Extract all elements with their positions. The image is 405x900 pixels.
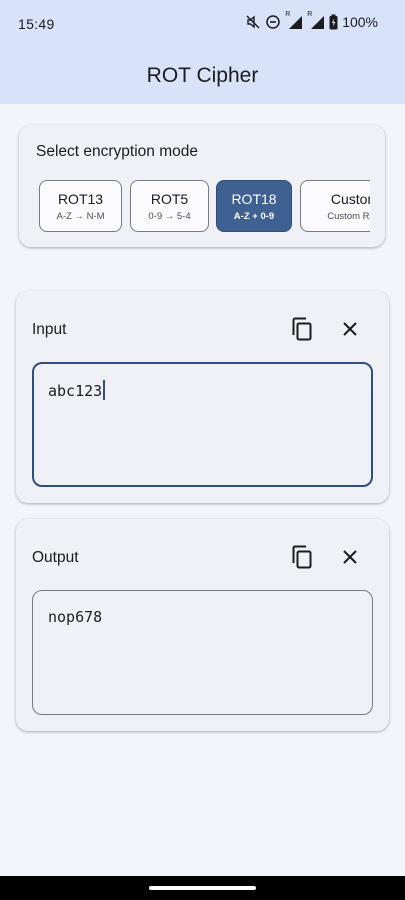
mode-chip-name: Custom xyxy=(330,191,370,207)
output-field[interactable]: nop678 xyxy=(32,590,373,715)
copy-icon xyxy=(291,545,313,574)
input-card: Input abc123 xyxy=(16,291,389,503)
output-text: nop678 xyxy=(48,608,103,626)
mode-chip-rot13[interactable]: ROT13 A-Z → N-M xyxy=(39,180,122,232)
mode-chip-rot5[interactable]: ROT5 0-9 → 5-4 xyxy=(130,180,209,232)
signal-icon: R xyxy=(285,11,303,30)
status-icons: R R 100% xyxy=(245,11,378,30)
screen: 15:49 R R 100% ROT Cipher Select encrypt… xyxy=(0,0,405,900)
signal-roaming-label: R xyxy=(285,11,291,18)
mode-chip-subtitle: A-Z + 0-9 xyxy=(233,211,275,222)
mode-chip-list[interactable]: ROT13 A-Z → N-M ROT5 0-9 → 5-4 ROT18 A-Z… xyxy=(39,180,370,232)
mute-icon xyxy=(245,14,261,30)
input-field[interactable]: abc123 xyxy=(32,362,373,487)
mode-chip-subtitle: 0-9 → 5-4 xyxy=(148,211,191,222)
input-label: Input xyxy=(32,321,67,338)
copy-output-button[interactable] xyxy=(286,543,318,575)
battery-icon xyxy=(329,14,338,30)
mode-chip-name: ROT18 xyxy=(231,191,277,207)
do-not-disturb-icon xyxy=(265,14,281,30)
signal-roaming-label: R xyxy=(307,11,313,18)
close-icon xyxy=(342,321,358,342)
clear-output-button[interactable] xyxy=(334,543,366,575)
mode-chip-custom[interactable]: Custom Custom ROT xyxy=(300,180,370,232)
mode-chip-rot18[interactable]: ROT18 A-Z + 0-9 xyxy=(216,180,292,232)
mode-selector-title: Select encryption mode xyxy=(36,143,198,160)
app-header: 15:49 R R 100% ROT Cipher xyxy=(0,0,405,104)
mode-chip-subtitle: A-Z → N-M xyxy=(56,211,105,222)
status-time: 15:49 xyxy=(18,16,55,32)
navigation-bar xyxy=(0,876,405,900)
home-gesture-handle[interactable] xyxy=(149,886,256,890)
mode-chip-name: ROT5 xyxy=(150,191,189,207)
clear-input-button[interactable] xyxy=(334,315,366,347)
output-card: Output nop678 xyxy=(16,519,389,731)
signal-icon: R xyxy=(307,11,325,30)
input-text: abc123 xyxy=(48,382,103,400)
page-title: ROT Cipher xyxy=(146,64,259,87)
copy-input-button[interactable] xyxy=(286,315,318,347)
text-cursor xyxy=(103,380,106,400)
copy-icon xyxy=(291,317,313,346)
battery-percent: 100% xyxy=(342,14,378,30)
mode-selector-card: Select encryption mode ROT13 A-Z → N-M R… xyxy=(19,125,385,247)
mode-chip-name: ROT13 xyxy=(57,191,104,207)
output-label: Output xyxy=(32,549,79,566)
mode-chip-subtitle: Custom ROT xyxy=(327,211,370,222)
close-icon xyxy=(342,549,358,570)
